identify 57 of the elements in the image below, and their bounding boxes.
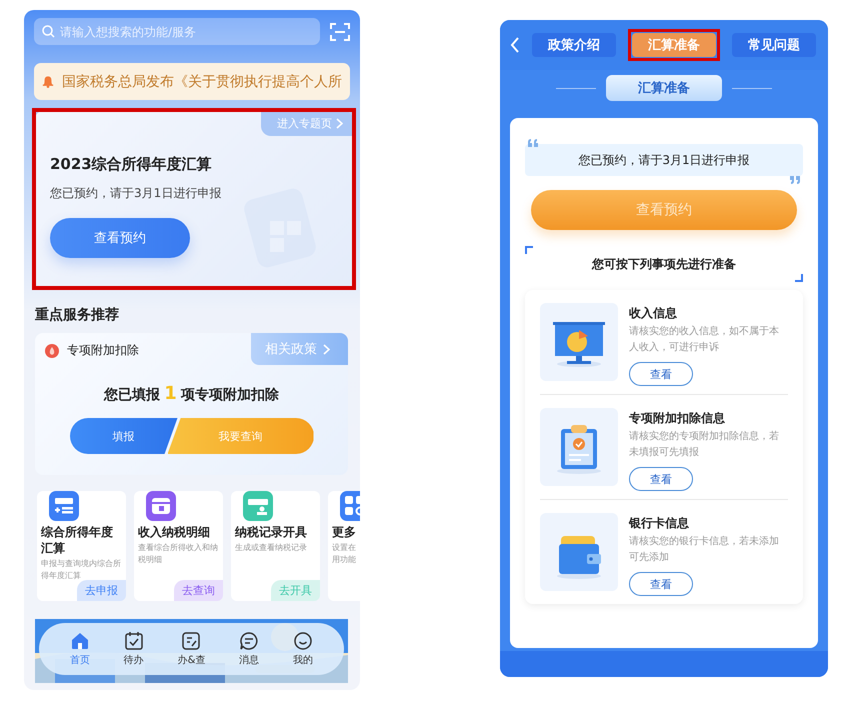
item-description: 请核实您的银行卡信息，若未添加可先添加 [629,534,780,565]
view-reservation-button[interactable]: 查看预约 [50,218,190,258]
notice-text: 国家税务总局发布《关于贯彻执行提高个人所 [62,72,342,90]
quote-mark-icon [789,175,801,185]
home-icon [70,631,90,651]
nav-item[interactable]: 办&查 [178,631,206,667]
search-icon [42,25,55,38]
tab[interactable]: 常见问题 [732,33,816,57]
view-button[interactable]: 查看 [629,362,693,386]
item-title: 银行卡信息 [629,515,689,532]
item-title: 专项附加扣除信息 [629,410,725,427]
bell-icon [42,74,54,89]
chevron-right-icon [336,118,343,129]
quote-mark-icon [527,138,539,148]
calendar-check-icon [124,631,144,651]
service-action-button[interactable]: 去查询 [174,580,223,601]
corner-mark [525,246,533,254]
service-description: 查看综合所得收入和纳税明细 [138,542,219,566]
fill-in-button[interactable]: 填报 [70,418,178,454]
notice-bar[interactable]: 国家税务总局发布《关于贯彻执行提高个人所 [34,63,350,100]
back-icon[interactable] [510,37,520,53]
service-description: 设置在用功能 [332,542,356,566]
service-title: 收入纳税明细 [138,524,211,540]
section-title: 重点服务推荐 [35,306,120,324]
scan-icon[interactable] [330,22,350,40]
chevron-right-icon [323,344,330,354]
service-action-button[interactable]: 去申报 [77,580,126,601]
item-title: 收入信息 [629,305,677,322]
item-description: 请核实您的专项附加扣除信息，若未填报可先填报 [629,430,780,460]
corner-mark [795,274,803,282]
smiley-icon [293,631,314,651]
service-title: 更多 [332,524,357,540]
section-heading: 汇算准备 [606,75,722,101]
service-description: 生成或查看纳税记录 [235,542,308,554]
banner-subtitle: 您已预约，请于3月1日进行申报 [50,185,222,202]
service-card[interactable]: 收入纳税明细 查看综合所得收入和纳税明细 去查询 [134,491,223,601]
nav-item[interactable]: 消息 [239,631,260,667]
service-card[interactable]: 纳税记录开具 生成或查看纳税记录 去开具 [231,491,320,601]
tab[interactable]: 政策介绍 [532,33,616,57]
banner-title: 2023综合所得年度汇算 [50,155,213,174]
chat-bubble-icon [239,631,260,651]
service-description: 申报与查询境内综合所得年度汇算 [41,558,122,582]
card-title: 专项附加扣除 [67,342,139,359]
service-card[interactable]: 综合所得年度汇算 申报与查询境内综合所得年度汇算 去申报 [37,491,126,601]
service-card[interactable]: 更多 设置在用功能 [328,491,360,601]
nav-item[interactable]: 我的 [293,631,314,667]
deduction-summary: 您已填报 1 项专项附加扣除 [104,383,279,404]
item-description: 请核实您的收入信息，如不属于本人收入，可进行申诉 [629,324,780,355]
service-title: 纳税记录开具 [235,524,308,540]
nav-item[interactable]: 待办 [124,631,144,667]
view-button[interactable]: 查看 [629,467,693,491]
view-button[interactable]: 查看 [629,572,693,596]
document-pen-icon [181,631,202,651]
service-title: 综合所得年度汇算 [41,524,114,556]
notice-text: 您已预约，请于3月1日进行申报 [578,152,750,168]
nav-item[interactable]: 首页 [70,631,90,667]
hint-text: 您可按下列事项先进行准备 [592,256,736,272]
